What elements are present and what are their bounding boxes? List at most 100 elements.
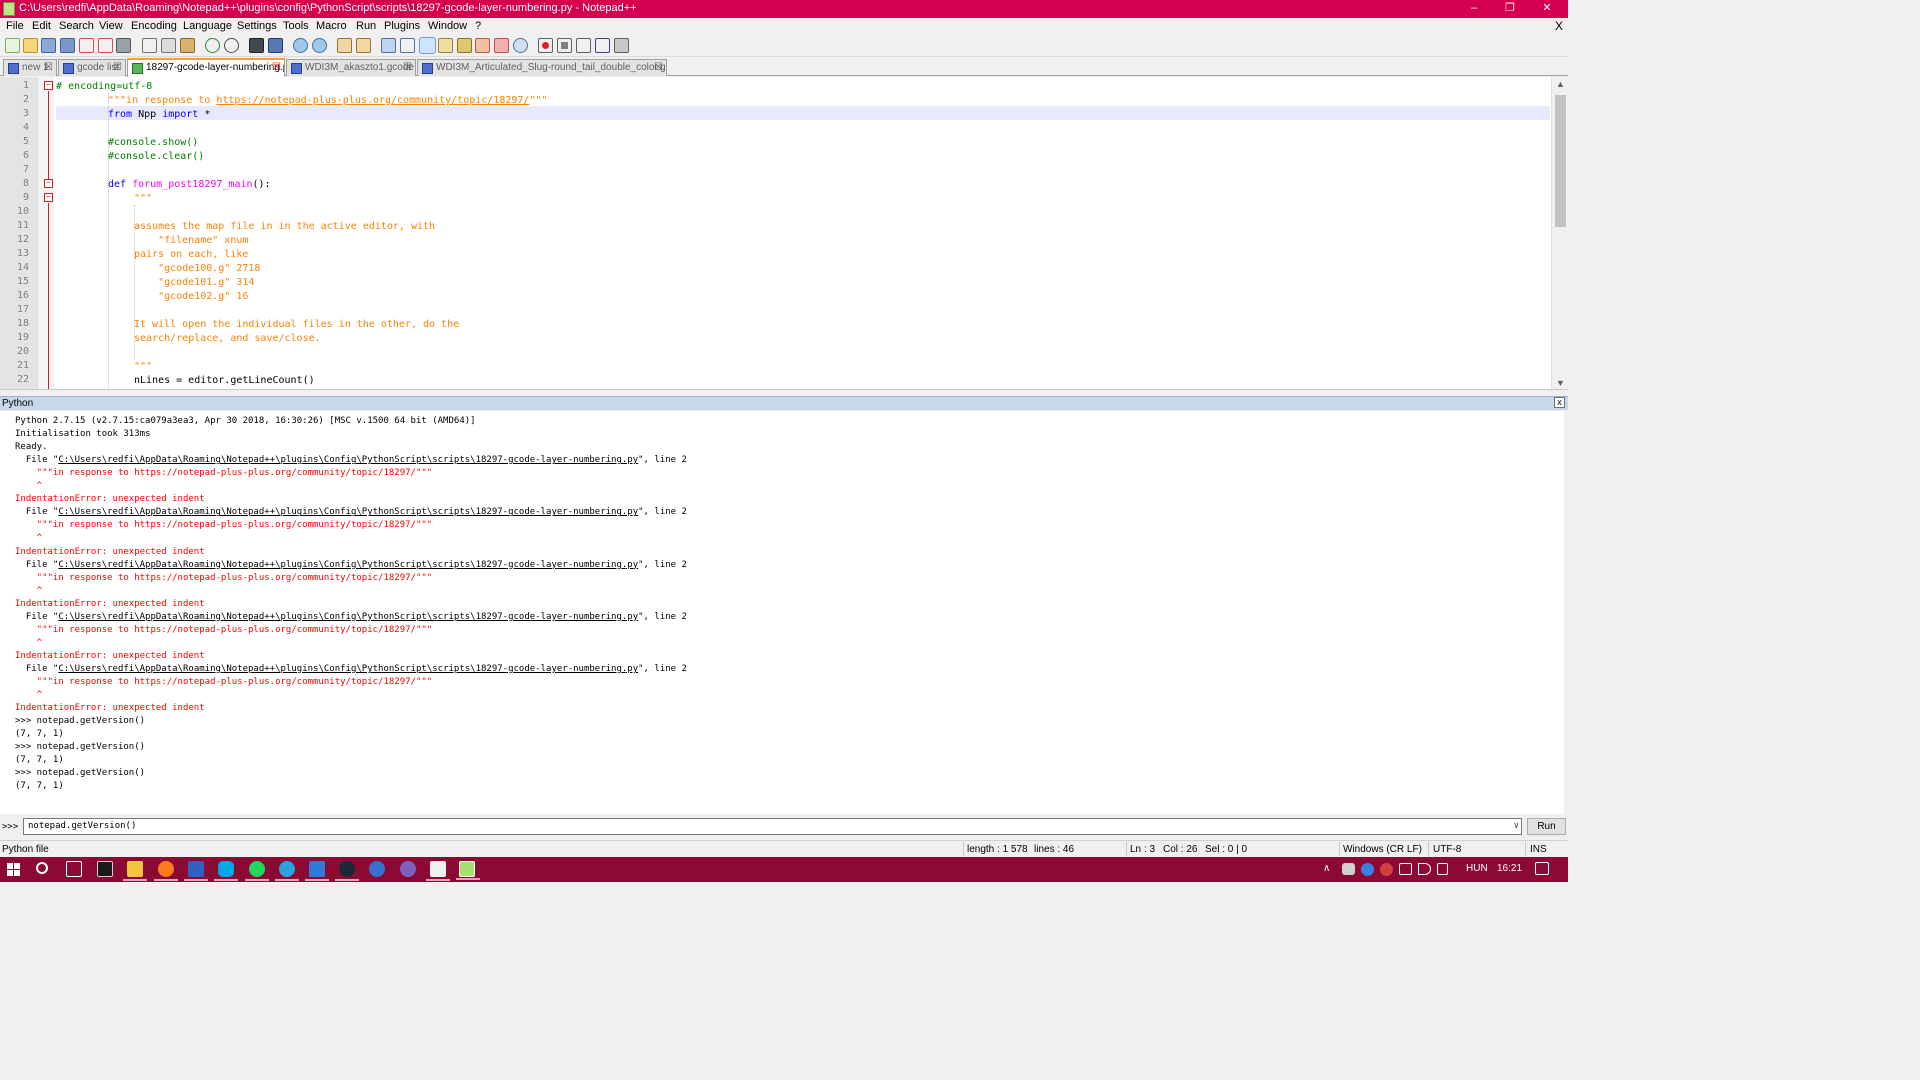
maximize-button[interactable]: ❐ — [1493, 0, 1527, 18]
menu-file[interactable]: File — [6, 20, 24, 32]
volume-icon[interactable] — [1418, 863, 1431, 875]
app-icon[interactable] — [184, 861, 208, 881]
new-file-icon[interactable] — [5, 38, 20, 53]
monitor-icon[interactable] — [494, 38, 509, 53]
close-document-button[interactable]: X — [1555, 19, 1563, 33]
menu-language[interactable]: Language — [183, 20, 232, 32]
menu-run[interactable]: Run — [356, 20, 376, 32]
scrollbar-thumb[interactable] — [1555, 95, 1566, 227]
undo-icon[interactable] — [205, 38, 220, 53]
replace-icon[interactable] — [268, 38, 283, 53]
close-window-button[interactable]: ✕ — [1530, 0, 1564, 18]
fold-toggle-icon[interactable]: − — [44, 193, 53, 202]
menu-window[interactable]: Window — [428, 20, 467, 32]
save-macro-icon[interactable] — [614, 38, 629, 53]
function-list-icon[interactable] — [457, 38, 472, 53]
console-file-link[interactable]: C:\Users\redfi\AppData\Roaming\Notepad++… — [58, 560, 638, 570]
tab-close-icon[interactable]: ☒ — [403, 60, 412, 75]
redo-icon[interactable] — [224, 38, 239, 53]
doc-map-icon[interactable] — [438, 38, 453, 53]
menu-edit[interactable]: Edit — [32, 20, 51, 32]
chevron-down-icon[interactable]: ∨ — [1514, 819, 1519, 834]
console-close-button[interactable]: x — [1554, 397, 1565, 408]
paste-icon[interactable] — [180, 38, 195, 53]
zoom-in-icon[interactable] — [293, 38, 308, 53]
cut-icon[interactable] — [142, 38, 157, 53]
open-file-icon[interactable] — [23, 38, 38, 53]
app3-icon[interactable] — [369, 861, 385, 877]
record-macro-icon[interactable] — [538, 38, 553, 53]
clock[interactable]: 16:21 — [1497, 863, 1522, 874]
app2-icon[interactable] — [305, 861, 329, 881]
console-file-link[interactable]: C:\Users\redfi\AppData\Roaming\Notepad++… — [58, 507, 638, 517]
editor-scrollbar[interactable]: ▲ ▼ — [1551, 77, 1568, 389]
word-wrap-icon[interactable] — [381, 38, 396, 53]
minimize-button[interactable]: – — [1457, 0, 1491, 18]
menu-macro[interactable]: Macro — [316, 20, 347, 32]
app4-icon[interactable] — [400, 861, 416, 877]
tab-close-icon[interactable]: ☒ — [44, 60, 53, 75]
input-language[interactable]: HUN — [1466, 863, 1488, 874]
console-file-link[interactable]: C:\Users\redfi\AppData\Roaming\Notepad++… — [58, 612, 638, 622]
save-all-icon[interactable] — [60, 38, 75, 53]
tab-18297-gcode-layer-numbering[interactable]: 18297-gcode-layer-numbering.py ☒ — [127, 58, 285, 77]
tab-gcode-list[interactable]: gcode list ☒ — [58, 59, 126, 76]
steam-icon[interactable] — [335, 861, 359, 881]
zoom-out-icon[interactable] — [312, 38, 327, 53]
telegram-icon[interactable] — [275, 861, 299, 881]
scroll-down-icon[interactable]: ▼ — [1552, 378, 1568, 388]
start-icon[interactable] — [6, 861, 22, 877]
tab-close-icon[interactable]: ☒ — [654, 60, 663, 75]
code-editor[interactable]: 1 2 3 4 5 6 7 8 9 10 11 12 13 14 15 16 1… — [0, 77, 1568, 390]
python-console-output[interactable]: Python 2.7.15 (v2.7.15:ca079a3ea3, Apr 3… — [0, 411, 1568, 814]
play-macro-icon[interactable] — [576, 38, 591, 53]
menu-settings[interactable]: Settings — [237, 20, 277, 32]
run-macro-multiple-icon[interactable] — [595, 38, 610, 53]
run-button[interactable]: Run — [1527, 818, 1566, 835]
status-encoding[interactable]: UTF-8 — [1433, 844, 1461, 855]
copy-icon[interactable] — [161, 38, 176, 53]
spotify-icon[interactable] — [245, 861, 269, 881]
network-icon[interactable] — [1399, 863, 1412, 875]
app-tray-icon[interactable] — [1380, 863, 1393, 876]
folder-workspace-icon[interactable] — [475, 38, 490, 53]
close-icon[interactable] — [79, 38, 94, 53]
firefox-icon[interactable] — [154, 861, 178, 881]
sync-h-icon[interactable] — [356, 38, 371, 53]
console-input[interactable]: notepad.getVersion() ∨ — [23, 818, 1522, 835]
task-view-icon[interactable] — [66, 861, 82, 877]
stop-record-icon[interactable] — [557, 38, 572, 53]
tab-wdi3m-articulated-slug[interactable]: WDI3M_Articulated_Slug-round_tail_double… — [417, 59, 667, 76]
print-icon[interactable] — [116, 38, 131, 53]
tab-new-1[interactable]: new 1 ☒ — [3, 59, 57, 76]
close-all-icon[interactable] — [98, 38, 113, 53]
chrome-icon[interactable] — [1361, 863, 1374, 876]
indent-guide-icon[interactable] — [419, 37, 436, 54]
chevron-up-icon[interactable]: ∧ — [1323, 863, 1330, 874]
tab-wdi3m-akaszto1[interactable]: WDI3M_akaszto1.gcode ☒ — [286, 59, 416, 76]
menu-plugins[interactable]: Plugins — [384, 20, 420, 32]
terminal-icon[interactable] — [97, 861, 113, 877]
status-eol[interactable]: Windows (CR LF) — [1343, 844, 1422, 855]
notification-icon[interactable] — [1535, 862, 1549, 875]
tab-close-icon[interactable]: ☒ — [272, 60, 281, 75]
scroll-up-icon[interactable]: ▲ — [1552, 79, 1568, 89]
menu-view[interactable]: View — [99, 20, 123, 32]
fold-toggle-icon[interactable]: − — [44, 81, 53, 90]
show-all-chars-icon[interactable] — [400, 38, 415, 53]
mail-icon[interactable] — [426, 861, 450, 881]
search-icon[interactable] — [36, 862, 48, 874]
find-icon[interactable] — [249, 38, 264, 53]
console-file-link[interactable]: C:\Users\redfi\AppData\Roaming\Notepad++… — [58, 455, 638, 465]
fold-toggle-icon[interactable]: − — [44, 179, 53, 188]
notepadpp-icon[interactable] — [456, 861, 480, 880]
console-file-link[interactable]: C:\Users\redfi\AppData\Roaming\Notepad++… — [58, 664, 638, 674]
file-explorer-icon[interactable] — [123, 861, 147, 881]
menu-search[interactable]: Search — [59, 20, 94, 32]
eye-icon[interactable] — [513, 38, 528, 53]
console-scrollbar[interactable] — [1564, 411, 1568, 814]
skype-icon[interactable] — [214, 861, 238, 881]
menu-encoding[interactable]: Encoding — [131, 20, 177, 32]
battery-icon[interactable] — [1437, 863, 1448, 875]
save-icon[interactable] — [41, 38, 56, 53]
